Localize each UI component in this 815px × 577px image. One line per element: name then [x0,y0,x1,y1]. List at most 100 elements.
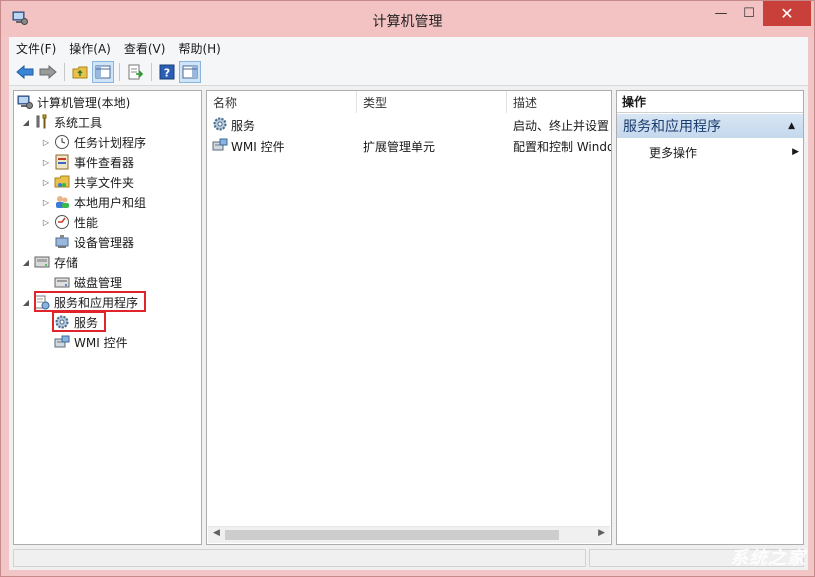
action-section-label: 服务和应用程序 [623,119,721,135]
tree-item-services[interactable]: 服务 [54,312,98,332]
action-section-services-apps[interactable]: 服务和应用程序 ▲ [617,114,803,138]
item-description: 配置和控制 Windo [513,140,612,154]
wmi-control-icon [54,334,70,350]
export-list-icon[interactable] [124,61,146,83]
column-header-type[interactable]: 类型 [357,91,507,113]
storage-icon [34,254,50,270]
collapse-arrow-icon[interactable]: ◢ [21,118,31,127]
tree-label: 事件查看器 [74,155,135,170]
expand-arrow-icon[interactable]: ▷ [41,138,51,147]
close-button[interactable]: ✕ [763,1,811,26]
tree-label: 计算机管理(本地) [37,95,131,110]
scroll-right-icon[interactable]: ▶ [598,528,605,538]
forward-icon[interactable] [37,61,59,83]
title-bar[interactable]: 计算机管理 — ☐ ✕ [1,1,814,37]
computer-management-window: 计算机管理 — ☐ ✕ 文件(F) 操作(A) 查看(V) 帮助(H) ? 计算… [0,0,815,577]
help-icon[interactable]: ? [156,61,178,83]
scrollbar-thumb[interactable] [225,530,559,540]
menu-bar: 文件(F) 操作(A) 查看(V) 帮助(H) [9,37,808,59]
submenu-arrow-icon: ▶ [792,147,799,157]
expand-arrow-icon[interactable]: ▷ [41,198,51,207]
toolbar-separator [151,63,152,81]
toolbar: ? [9,59,808,86]
show-hide-tree-icon[interactable] [92,61,114,83]
scroll-left-icon[interactable]: ◀ [213,528,220,538]
item-name: WMI 控件 [231,140,285,154]
performance-icon [54,214,70,230]
toolbar-separator [64,63,65,81]
collapse-arrow-icon[interactable]: ◢ [21,258,31,267]
minimize-button[interactable]: — [707,1,735,26]
horizontal-scrollbar[interactable]: ◀ ▶ [208,526,610,543]
expand-arrow-icon[interactable]: ▷ [41,218,51,227]
tree-label: 本地用户和组 [74,195,147,210]
wmi-control-icon [212,137,230,156]
menu-file[interactable]: 文件(F) [9,40,62,57]
menu-help[interactable]: 帮助(H) [171,40,226,57]
action-pane-header: 操作 [617,91,803,113]
tree-item-system-tools[interactable]: ◢ 系统工具 [21,112,102,132]
status-bar [13,549,804,567]
list-item[interactable]: WMI 控件 扩展管理单元 配置和控制 Windo [207,136,612,156]
show-hide-action-pane-icon[interactable] [179,61,201,83]
tree-label: 服务 [74,315,99,330]
tree-label: 系统工具 [54,115,103,130]
tree-label: 服务和应用程序 [54,295,139,310]
column-header-description[interactable]: 描述 [507,91,611,113]
expand-arrow-icon[interactable]: ▷ [41,178,51,187]
up-folder-icon[interactable] [69,61,91,83]
tree-item-storage[interactable]: ◢ 存储 [21,252,78,272]
toolbar-separator [119,63,120,81]
tree-label: WMI 控件 [74,335,128,350]
more-actions[interactable]: 更多操作 ▶ [649,143,799,161]
services-apps-icon [34,294,50,310]
maximize-button[interactable]: ☐ [735,1,763,26]
tree-label: 共享文件夹 [74,175,135,190]
event-viewer-icon [54,154,70,170]
tree-item-disk-management[interactable]: 磁盘管理 [54,272,122,292]
computer-management-icon [17,94,33,110]
system-tools-icon [34,114,50,130]
svg-text:?: ? [164,67,170,80]
tree-item-root[interactable]: 计算机管理(本地) [17,92,130,112]
device-manager-icon [54,234,70,250]
tree-item-services-apps[interactable]: ◢ 服务和应用程序 [21,292,138,312]
users-icon [54,194,70,210]
more-actions-label: 更多操作 [649,145,698,160]
expand-arrow-icon[interactable]: ▷ [41,158,51,167]
tree-item-task-scheduler[interactable]: ▷ 任务计划程序 [41,132,146,152]
tree-item-device-manager[interactable]: 设备管理器 [54,232,134,252]
item-type: 扩展管理单元 [363,140,436,154]
disk-icon [54,274,70,290]
list-item[interactable]: 服务 启动、终止并设置 [207,115,611,135]
shared-folder-icon [54,174,70,190]
clock-icon [54,134,70,150]
tree-label: 设备管理器 [74,235,135,250]
gear-icon [54,314,70,330]
column-header-name[interactable]: 名称 [207,91,357,113]
client-area: 文件(F) 操作(A) 查看(V) 帮助(H) ? 计算机管理(本地) ◢ 系统… [9,37,808,570]
tree-item-wmi[interactable]: WMI 控件 [54,332,128,352]
status-cell [13,549,586,567]
gear-icon [212,116,230,135]
tree-label: 任务计划程序 [74,135,147,150]
tree-item-performance[interactable]: ▷ 性能 [41,212,98,232]
window-title: 计算机管理 [372,14,443,30]
tree-item-local-users[interactable]: ▷ 本地用户和组 [41,192,146,212]
item-name: 服务 [231,119,256,133]
tree-item-event-viewer[interactable]: ▷ 事件查看器 [41,152,134,172]
tree-item-shared-folders[interactable]: ▷ 共享文件夹 [41,172,134,192]
collapse-up-icon[interactable]: ▲ [788,121,795,131]
item-description: 启动、终止并设置 [513,119,610,133]
tree-label: 性能 [74,215,99,230]
collapse-arrow-icon[interactable]: ◢ [21,298,31,307]
menu-action[interactable]: 操作(A) [62,40,117,57]
tree-label: 磁盘管理 [74,275,123,290]
menu-view[interactable]: 查看(V) [117,40,172,57]
tree-label: 存储 [54,255,79,270]
console-tree: 计算机管理(本地) ◢ 系统工具 ▷ 任务计划程序 ▷ 事件查看器 ▷ 共享文件… [13,90,202,545]
results-list: 名称 类型 描述 服务 启动、终止并设置 WMI 控件 扩展管理单元 配置和控制… [206,90,612,545]
watermark-logo: 系统之家 [730,548,806,569]
action-pane: 操作 服务和应用程序 ▲ 更多操作 ▶ [616,90,804,545]
back-icon[interactable] [14,61,36,83]
